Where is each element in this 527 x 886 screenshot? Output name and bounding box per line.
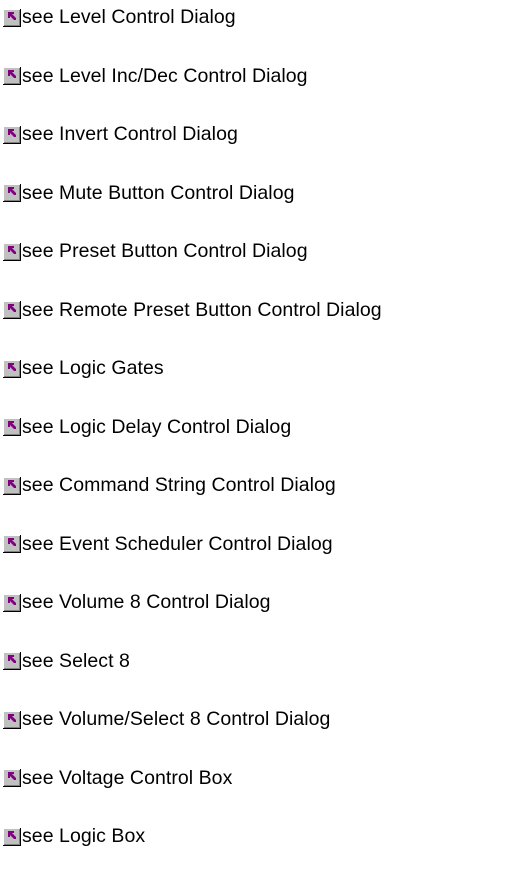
- related-topic-link[interactable]: see Level Inc/Dec Control Dialog: [0, 66, 527, 86]
- related-topic-label[interactable]: see Preset Button Control Dialog: [22, 241, 308, 261]
- related-topic-link[interactable]: see Command String Control Dialog: [0, 475, 527, 495]
- related-topic-link[interactable]: see Event Scheduler Control Dialog: [0, 534, 527, 554]
- jump-arrow-icon[interactable]: [3, 67, 21, 85]
- related-topic-label[interactable]: see Level Control Dialog: [22, 7, 236, 27]
- jump-arrow-icon[interactable]: [3, 769, 21, 787]
- related-topic-label[interactable]: see Event Scheduler Control Dialog: [22, 534, 333, 554]
- related-topic-label[interactable]: see Select 8: [22, 651, 130, 671]
- jump-arrow-icon[interactable]: [3, 301, 21, 319]
- jump-arrow-icon[interactable]: [3, 8, 21, 27]
- related-topic-label[interactable]: see Voltage Control Box: [22, 768, 232, 788]
- jump-arrow-icon[interactable]: [3, 242, 21, 261]
- jump-arrow-icon[interactable]: [3, 359, 21, 378]
- related-topic-label[interactable]: see Logic Delay Control Dialog: [22, 417, 291, 437]
- related-topic-label[interactable]: see Logic Gates: [22, 358, 164, 378]
- related-topic-label[interactable]: see Invert Control Dialog: [22, 124, 238, 144]
- related-topic-label[interactable]: see Volume 8 Control Dialog: [22, 592, 271, 612]
- related-topics-list: see Level Control Dialog see Level Inc/D…: [0, 7, 527, 886]
- related-topic-link[interactable]: see Mute Button Control Dialog: [0, 183, 527, 203]
- jump-arrow-icon[interactable]: [3, 184, 21, 202]
- related-topic-link[interactable]: see Voltage Control Box: [0, 768, 527, 788]
- related-topic-link[interactable]: see Remote Preset Button Control Dialog: [0, 300, 527, 320]
- jump-arrow-icon[interactable]: [3, 593, 21, 612]
- related-topic-link[interactable]: see Logic Gates: [0, 358, 527, 378]
- related-topic-link[interactable]: see Logic Box: [0, 826, 527, 846]
- related-topic-label[interactable]: see Command String Control Dialog: [22, 475, 336, 495]
- related-topic-link[interactable]: see Preset Button Control Dialog: [0, 241, 527, 261]
- related-topic-label[interactable]: see Volume/Select 8 Control Dialog: [22, 709, 330, 729]
- related-topic-link[interactable]: see Select 8: [0, 651, 527, 671]
- jump-arrow-icon[interactable]: [3, 652, 21, 670]
- jump-arrow-icon[interactable]: [3, 125, 21, 144]
- related-topic-link[interactable]: see Volume/Select 8 Control Dialog: [0, 709, 527, 729]
- jump-arrow-icon[interactable]: [3, 535, 21, 553]
- jump-arrow-icon[interactable]: [3, 827, 21, 846]
- related-topic-label[interactable]: see Remote Preset Button Control Dialog: [22, 300, 382, 320]
- related-topic-label[interactable]: see Level Inc/Dec Control Dialog: [22, 66, 308, 86]
- related-topic-link[interactable]: see Level Control Dialog: [0, 7, 527, 27]
- jump-arrow-icon[interactable]: [3, 476, 21, 495]
- jump-arrow-icon[interactable]: [3, 418, 21, 436]
- related-topic-label[interactable]: see Logic Box: [22, 826, 145, 846]
- related-topic-label[interactable]: see Mute Button Control Dialog: [22, 183, 294, 203]
- related-topic-link[interactable]: see Logic Delay Control Dialog: [0, 417, 527, 437]
- related-topic-link[interactable]: see Invert Control Dialog: [0, 124, 527, 144]
- related-topic-link[interactable]: see Volume 8 Control Dialog: [0, 592, 527, 612]
- jump-arrow-icon[interactable]: [3, 710, 21, 729]
